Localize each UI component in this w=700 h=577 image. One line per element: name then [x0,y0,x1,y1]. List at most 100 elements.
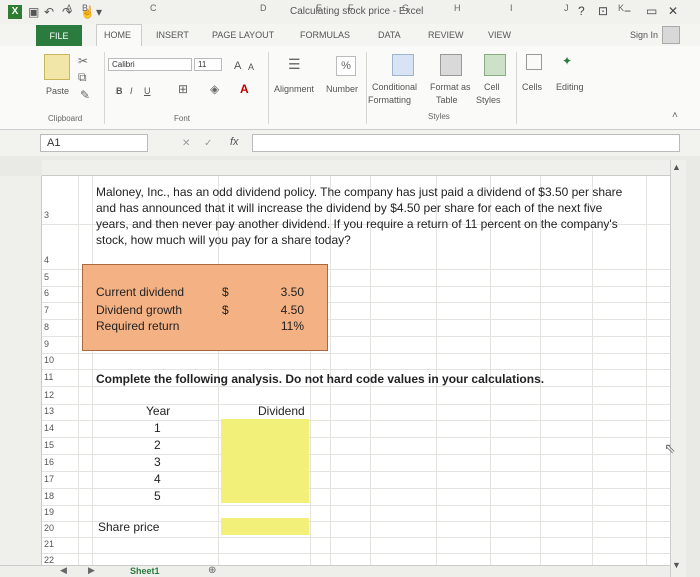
undo-icon[interactable]: ↶ [44,5,54,19]
sheet-tab-sheet1[interactable]: Sheet1 [130,566,160,576]
tab-home[interactable]: HOME [104,30,131,40]
row-header[interactable]: 11 [44,372,53,382]
tab-file[interactable]: FILE [36,25,82,47]
scroll-down-icon[interactable]: ▼ [672,560,681,570]
prev-sheet-icon[interactable]: ◀ [60,565,67,576]
row-header[interactable]: 5 [44,272,49,282]
required-return-label[interactable]: Required return [96,319,179,333]
dividend-growth-value[interactable]: 4.50 [244,303,304,317]
grow-font-button[interactable]: A [234,60,241,72]
next-sheet-icon[interactable]: ▶ [88,565,95,576]
close-button[interactable]: ✕ [668,4,678,18]
cells-button[interactable]: Cells [522,82,542,92]
copy-icon[interactable]: ⧉ [78,70,87,85]
row-header[interactable]: 22 [44,555,54,565]
column-header-e[interactable]: E [316,3,322,13]
tab-data[interactable]: DATA [378,30,401,40]
tab-review[interactable]: REVIEW [428,30,464,40]
borders-icon[interactable]: ⊞ [178,82,188,96]
row-header[interactable]: 14 [44,423,54,433]
font-color-icon[interactable]: A [240,82,249,96]
alignment-icon[interactable]: ☰ [288,56,301,73]
editing-icon[interactable]: ✦ [562,54,572,68]
column-header-k[interactable]: K [618,3,624,13]
paste-icon[interactable] [44,54,70,80]
row-header[interactable]: 20 [44,523,54,533]
format-painter-icon[interactable]: ✎ [80,88,90,102]
format-as-table-icon[interactable] [440,54,462,76]
formula-input[interactable] [252,134,680,152]
dividend-header[interactable]: Dividend [258,404,305,418]
row-header[interactable]: 10 [44,355,54,365]
minimize-button[interactable]: − [624,4,631,18]
row-header[interactable]: 18 [44,491,54,501]
cells-icon[interactable] [526,54,542,70]
name-box[interactable]: A1 [40,134,148,152]
insert-function-icon[interactable]: fx [230,136,239,148]
shrink-font-button[interactable]: A [248,62,254,72]
add-sheet-icon[interactable]: ⊕ [208,565,216,576]
year-header[interactable]: Year [146,404,170,418]
column-header-g[interactable]: G [402,3,409,13]
row-header[interactable]: 12 [44,390,54,400]
row-header[interactable]: 7 [44,305,49,315]
current-dividend-label[interactable]: Current dividend [96,285,184,299]
number-button[interactable]: Number [326,84,358,94]
conditional-formatting-icon[interactable] [392,54,414,76]
conditional-formatting-label[interactable]: Conditional [372,82,417,92]
restore-button[interactable]: ▭ [646,4,657,18]
collapse-ribbon-icon[interactable]: ˄ [672,110,678,121]
number-format-icon[interactable]: % [336,56,356,76]
tab-formulas[interactable]: FORMULAS [300,30,350,40]
avatar[interactable] [662,26,680,44]
font-name-select[interactable]: Calibri [108,58,192,71]
cut-icon[interactable]: ✂ [78,54,88,68]
formatting-label[interactable]: Formatting [368,95,411,105]
column-header-h[interactable]: H [454,3,461,13]
tab-view[interactable]: VIEW [488,30,511,40]
row-header[interactable]: 16 [44,457,54,467]
underline-button[interactable]: U [144,86,151,96]
share-price-label[interactable]: Share price [98,520,159,534]
bold-button[interactable]: B [116,86,123,96]
year-cell[interactable]: 2 [154,438,161,452]
dividend-input-cells[interactable] [221,419,309,503]
font-size-select[interactable]: 11 [194,58,222,71]
row-header[interactable]: 13 [44,406,54,416]
cell-styles-label[interactable]: Styles [476,95,501,105]
vertical-scrollbar[interactable] [670,160,686,577]
format-as-label[interactable]: Format as [430,82,471,92]
year-cell[interactable]: 5 [154,489,161,503]
column-header-c[interactable]: C [150,3,157,13]
row-header[interactable]: 21 [44,539,54,549]
italic-button[interactable]: I [130,86,133,96]
row-header[interactable]: 8 [44,322,49,332]
share-price-input-cell[interactable] [221,518,309,535]
editing-button[interactable]: Editing [556,82,584,92]
tab-insert[interactable]: INSERT [156,30,189,40]
ribbon-display-icon[interactable]: ⊡ [598,4,608,18]
enter-entry-icon[interactable]: ✓ [204,138,212,149]
paste-label[interactable]: Paste [46,86,69,96]
table-label[interactable]: Table [436,95,458,105]
row-header[interactable]: 3 [44,210,49,220]
fill-color-icon[interactable]: ◈ [210,82,219,96]
column-header-j[interactable]: J [564,3,569,13]
cell-styles-icon[interactable] [484,54,506,76]
scroll-up-icon[interactable]: ▲ [672,162,681,172]
save-icon[interactable]: ▣ [28,5,39,19]
column-header-b[interactable]: B [82,3,88,13]
column-header-d[interactable]: D [260,3,267,13]
sign-in-link[interactable]: Sign In [630,30,658,40]
year-cell[interactable]: 3 [154,455,161,469]
cell-label[interactable]: Cell [484,82,500,92]
cancel-entry-icon[interactable]: ✕ [182,138,190,149]
alignment-button[interactable]: Alignment [274,84,314,94]
row-header[interactable]: 4 [44,255,49,265]
year-cell[interactable]: 1 [154,421,161,435]
row-header[interactable]: 6 [44,288,49,298]
row-header[interactable]: 9 [44,339,49,349]
row-header[interactable]: 17 [44,474,54,484]
column-header-a[interactable]: A [66,3,72,13]
year-cell[interactable]: 4 [154,472,161,486]
